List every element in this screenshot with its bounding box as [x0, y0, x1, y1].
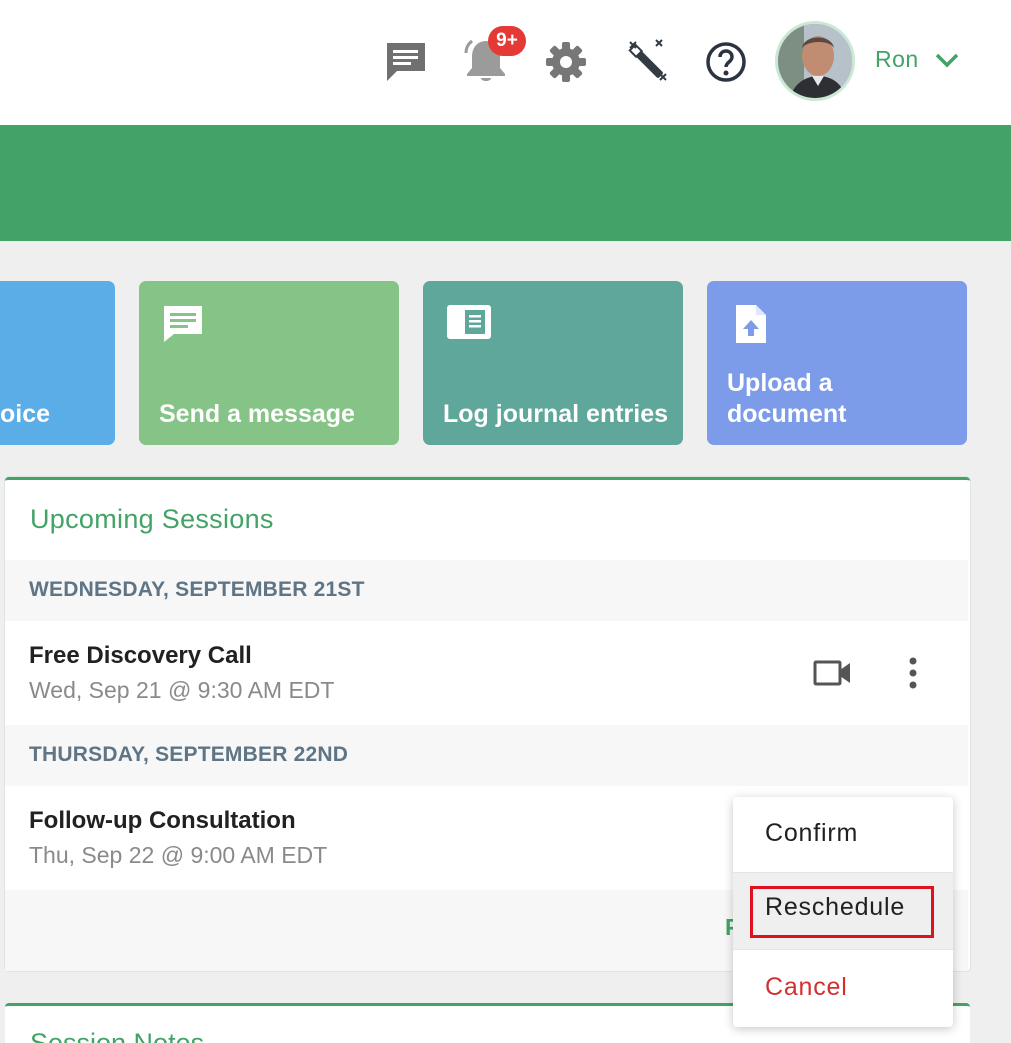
menu-item-confirm[interactable]: Confirm [733, 797, 953, 871]
messages-button[interactable] [384, 40, 428, 84]
card-title: Session Notes [30, 1028, 205, 1043]
day-header: THURSDAY, SEPTEMBER 22ND [5, 725, 968, 786]
user-avatar[interactable] [775, 21, 855, 101]
tile-upload-line-2: document [727, 400, 847, 428]
user-name[interactable]: Ron [875, 46, 919, 73]
tile-upload-line-1: Upload a [727, 369, 833, 397]
message-icon [164, 306, 202, 342]
settings-button[interactable] [544, 40, 588, 84]
chevron-down-icon[interactable] [934, 50, 960, 70]
tile-upload-document[interactable]: Upload a document [707, 281, 967, 445]
magic-wand-icon [628, 39, 667, 81]
menu-item-label: Confirm [765, 819, 859, 847]
session-title[interactable]: Follow-up Consultation [29, 807, 296, 835]
tile-invoice-label: oice [0, 400, 51, 428]
session-time: Thu, Sep 22 @ 9:00 AM EDT [29, 842, 328, 868]
gear-icon [546, 42, 586, 82]
highlight-box [750, 886, 934, 938]
tile-send-message-label: Send a message [159, 400, 355, 428]
notification-badge: 9+ [488, 26, 526, 56]
tile-invoice[interactable]: oice [0, 281, 115, 445]
tile-log-journal-label: Log journal entries [443, 400, 669, 428]
message-icon [387, 43, 425, 81]
tile-send-message[interactable]: Send a message [139, 281, 399, 445]
tile-log-journal[interactable]: Log journal entries [423, 281, 683, 445]
journal-icon [447, 305, 491, 339]
card-title: Upcoming Sessions [30, 504, 274, 534]
menu-item-label: Cancel [765, 973, 848, 1001]
upload-document-icon [736, 305, 766, 343]
help-icon [706, 42, 746, 82]
user-avatar-image [778, 24, 852, 98]
session-time: Wed, Sep 21 @ 9:30 AM EDT [29, 677, 335, 703]
video-camera-icon[interactable] [813, 659, 853, 687]
magic-wand-button[interactable] [622, 38, 670, 84]
help-button[interactable] [704, 40, 748, 84]
top-bar: 9+ Ron [0, 0, 1011, 125]
more-options-icon[interactable] [905, 655, 921, 691]
header-banner [0, 125, 1011, 241]
menu-item-cancel[interactable]: Cancel [733, 950, 953, 1027]
day-header: WEDNESDAY, SEPTEMBER 21ST [5, 560, 968, 621]
tile-upload-document-label: Upload a document [727, 368, 846, 430]
session-title[interactable]: Free Discovery Call [29, 642, 252, 670]
day-header-label: WEDNESDAY, SEPTEMBER 21ST [29, 578, 365, 601]
day-header-label: THURSDAY, SEPTEMBER 22ND [29, 743, 349, 766]
session-row[interactable]: Free Discovery Call Wed, Sep 21 @ 9:30 A… [5, 621, 968, 725]
